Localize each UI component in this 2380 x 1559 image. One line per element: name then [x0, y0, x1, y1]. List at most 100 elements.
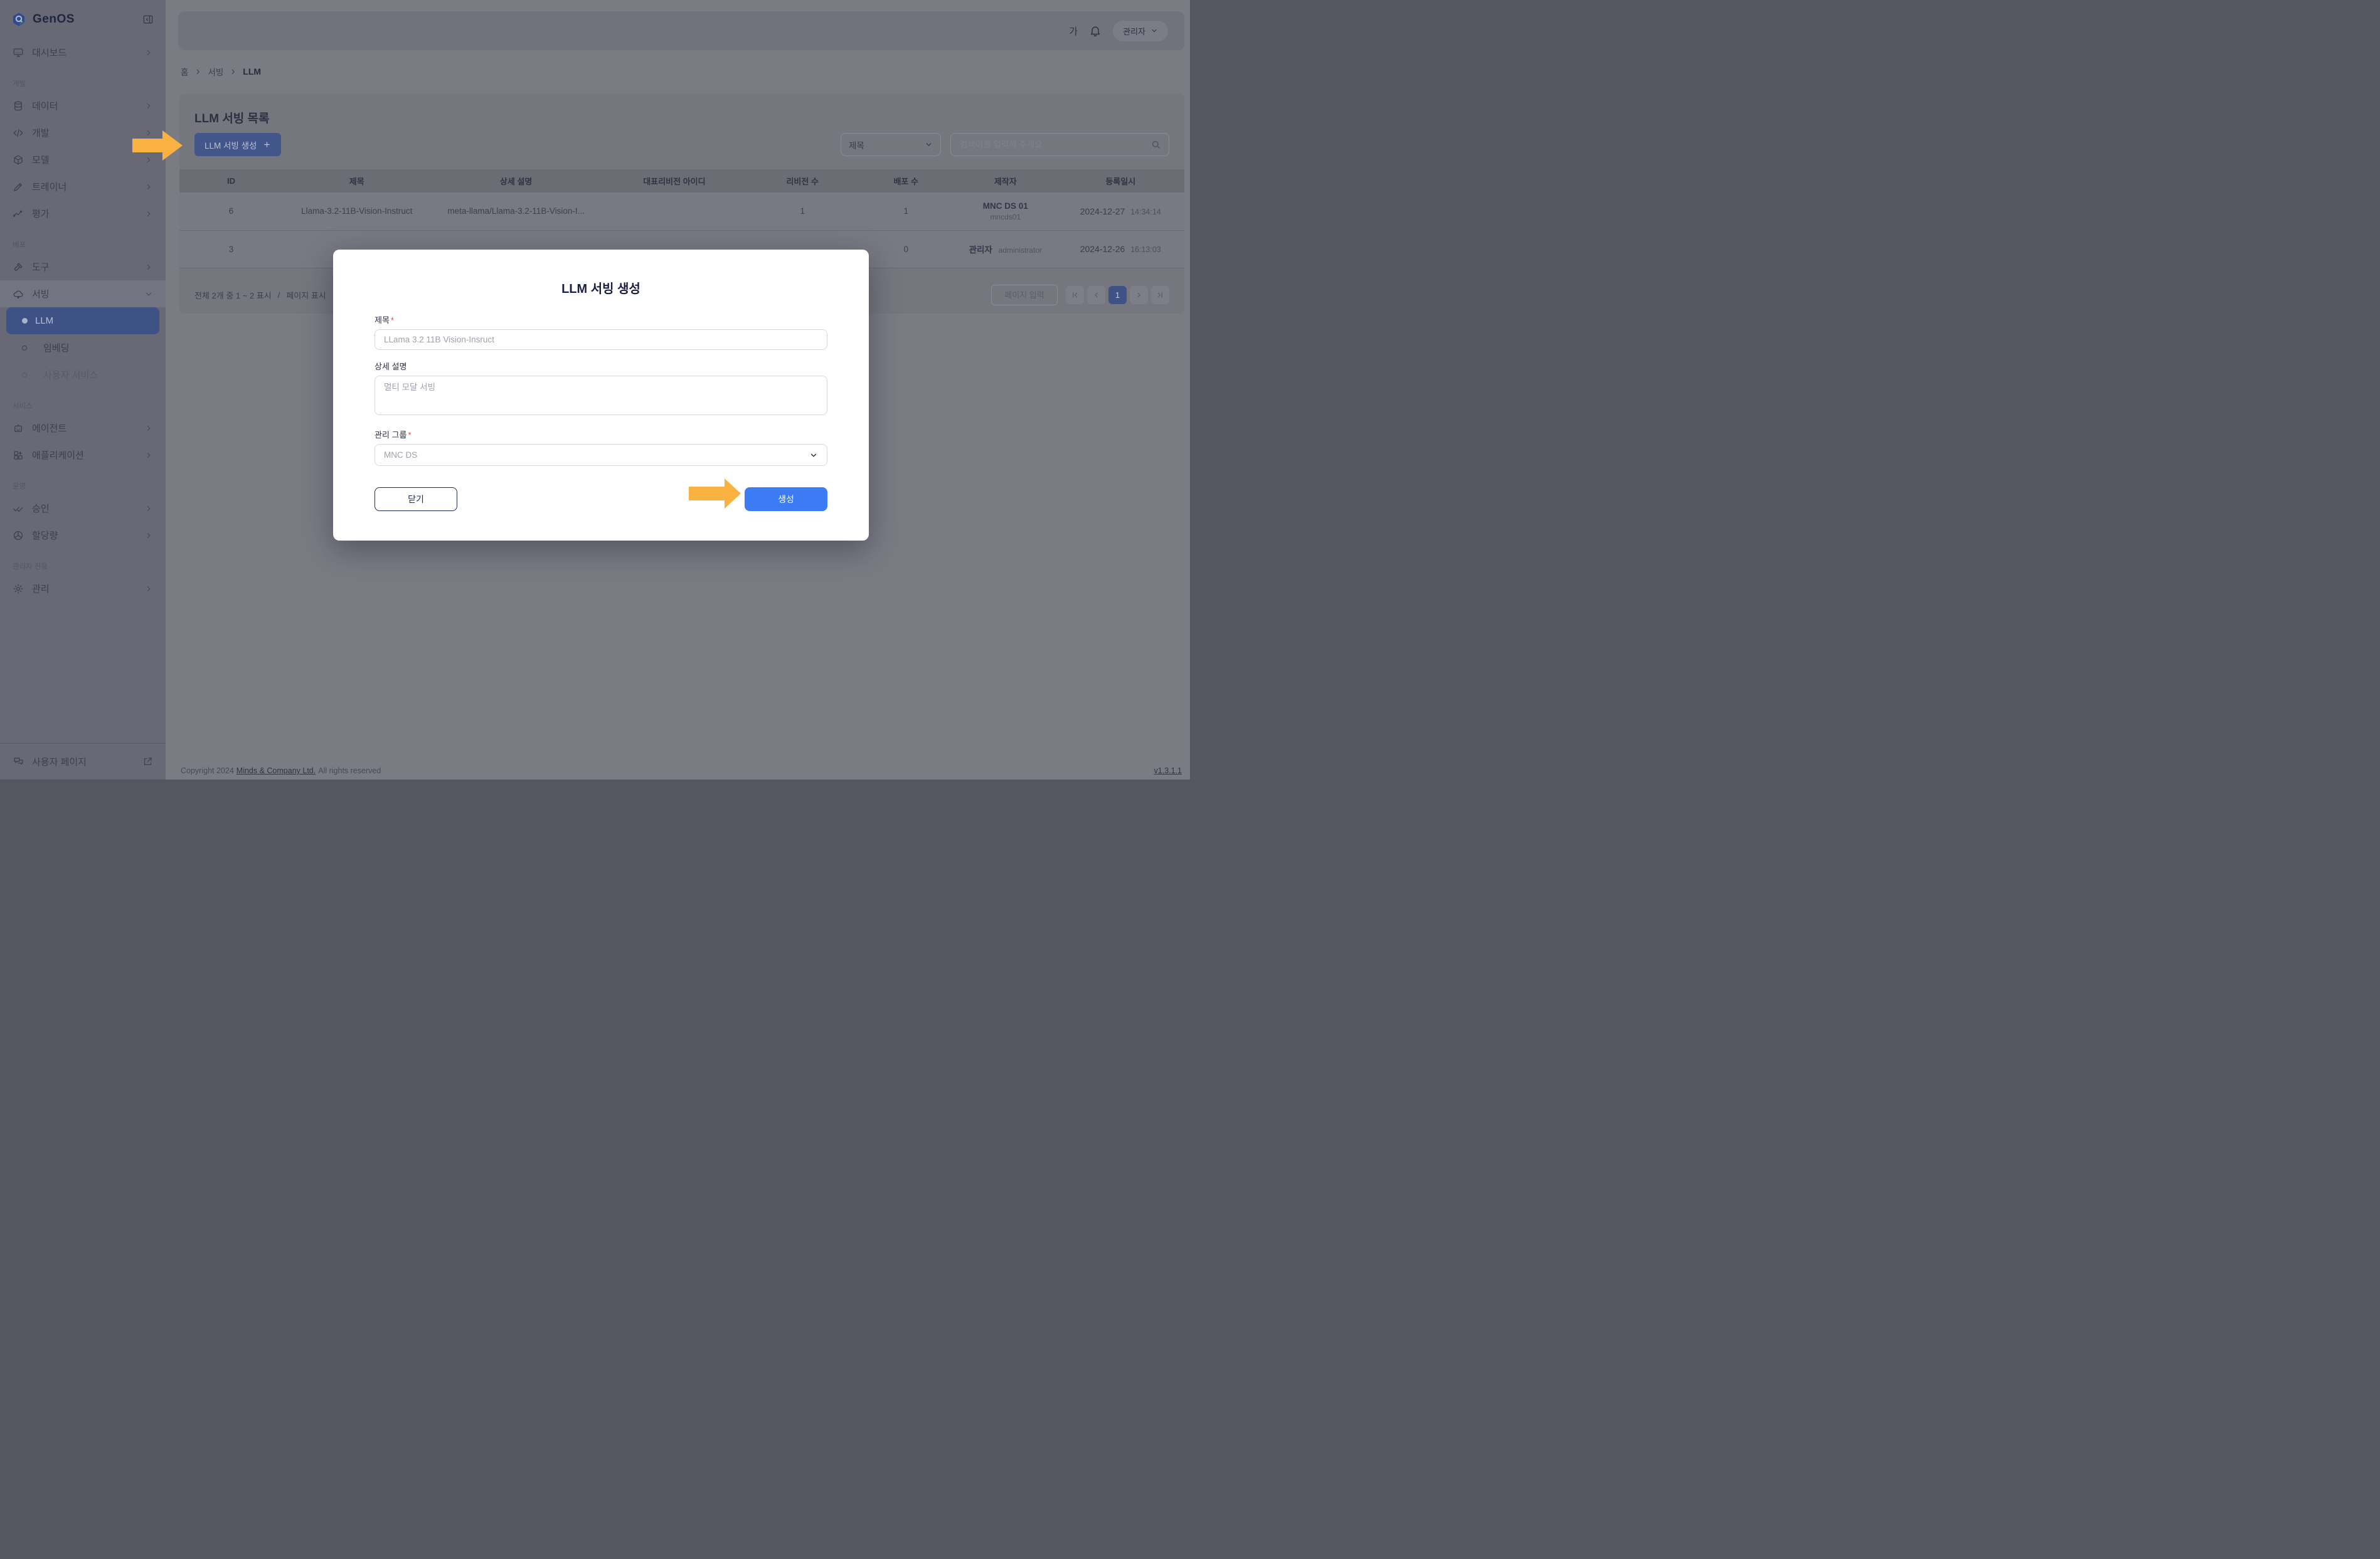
column-header-description: 상세 설명 [430, 169, 601, 193]
sidebar-item-approval[interactable]: 승인 [0, 495, 166, 522]
created-date: 2024-12-26 [1080, 244, 1125, 254]
breadcrumb-serving[interactable]: 서빙 [208, 65, 223, 78]
creator-name: MNC DS 01 [983, 201, 1028, 211]
chevron-down-icon [809, 451, 818, 460]
cell-id: 6 [179, 193, 283, 230]
breadcrumb-home[interactable]: 홈 [181, 65, 188, 78]
created-time: 16:13:03 [1130, 245, 1161, 254]
chevron-down-icon [1150, 27, 1158, 34]
sidebar-section-dev: 개발 [0, 66, 166, 92]
sidebar-subitem-user-service: 사용자 서비스 [0, 361, 166, 388]
sidebar-item-label: 관리 [32, 582, 50, 595]
prev-page-button[interactable] [1087, 286, 1105, 304]
column-header-id: ID [179, 169, 283, 193]
user-menu[interactable]: 관리자 [1113, 21, 1168, 41]
pencil-icon [13, 181, 24, 193]
apps-icon [13, 450, 24, 461]
filter-field-select[interactable]: 제목 [841, 133, 941, 156]
sidebar-item-label: 모델 [32, 153, 50, 166]
required-asterisk: * [391, 315, 394, 325]
next-page-button[interactable] [1130, 286, 1148, 304]
chevron-right-icon [144, 129, 153, 137]
pagination: 1 [991, 285, 1169, 305]
sidebar-item-label: 임베딩 [43, 341, 69, 354]
group-select[interactable]: MNC DS [375, 444, 827, 466]
sidebar-item-model[interactable]: 모델 [0, 146, 166, 173]
results-summary: 전체 2개 중 1 ~ 2 표시 [194, 289, 272, 301]
table-header-row: ID 제목 상세 설명 대표리비전 아이디 리비전 수 배포 수 제작자 등록일… [179, 169, 1184, 193]
sidebar-item-quota[interactable]: 할당량 [0, 522, 166, 549]
sidebar-item-tools[interactable]: 도구 [0, 253, 166, 280]
description-textarea[interactable]: 멀티 모달 서빙 [375, 376, 827, 415]
group-field: 관리 그룹* MNC DS [375, 428, 827, 466]
column-header-deploy-count: 배포 수 [858, 169, 954, 193]
chevron-right-icon [144, 584, 153, 593]
column-header-revision-count: 리비전 수 [747, 169, 858, 193]
sidebar-item-evaluation[interactable]: 평가 [0, 200, 166, 227]
page-size-label: 페이지 표시 [286, 289, 326, 301]
description-field: 상세 설명 멀티 모달 서빙 [375, 360, 827, 418]
create-llm-serving-button[interactable]: LLM 서빙 생성 [194, 133, 281, 156]
font-size-button[interactable]: 가 [1069, 24, 1078, 38]
summary-separator: / [278, 290, 280, 300]
creator-id: mncds01 [955, 213, 1056, 221]
create-button[interactable]: 생성 [745, 487, 827, 511]
chevron-right-icon [144, 156, 153, 164]
sidebar-item-application[interactable]: 애플리케이션 [0, 441, 166, 468]
sidebar-item-develop[interactable]: 개발 [0, 119, 166, 146]
table-row[interactable]: 6 Llama-3.2-11B-Vision-Instruct meta-lla… [179, 193, 1184, 230]
group-label: 관리 그룹* [375, 428, 827, 440]
creator-name: 관리자 [969, 245, 992, 255]
sidebar-item-dashboard[interactable]: 대시보드 [0, 39, 166, 66]
page-1-button[interactable]: 1 [1108, 286, 1127, 304]
sidebar-section-deploy: 배포 [0, 227, 166, 253]
page-number-input[interactable] [991, 285, 1058, 305]
chat-bubbles-icon [13, 756, 24, 768]
chevron-right-icon [230, 68, 236, 75]
bell-icon[interactable] [1089, 24, 1102, 37]
sidebar-item-trainer[interactable]: 트레이너 [0, 173, 166, 200]
version-link[interactable]: v1.3.1.1 [1154, 766, 1182, 775]
cell-created-at: 2024-12-27 14:34:14 [1056, 193, 1184, 230]
chevron-down-icon [144, 290, 153, 299]
create-llm-serving-modal: LLM 서빙 생성 제목* 상세 설명 멀티 모달 서빙 관리 그룹* M [333, 250, 869, 541]
sidebar-nav: 대시보드 개발 데이터 개발 모델 트레이너 [0, 35, 166, 743]
search-icon[interactable] [1150, 139, 1161, 150]
sidebar-item-admin[interactable]: 관리 [0, 575, 166, 602]
title-field: 제목* [375, 314, 827, 350]
active-dot-icon [22, 318, 28, 324]
chevron-right-icon [144, 263, 153, 272]
sidebar-item-data[interactable]: 데이터 [0, 92, 166, 119]
first-page-button[interactable] [1066, 286, 1084, 304]
sidebar-subitem-embedding[interactable]: 임베딩 [0, 334, 166, 361]
sidebar-subitem-llm[interactable]: LLM [6, 307, 159, 334]
chevron-right-icon [144, 48, 153, 57]
sidebar-user-page[interactable]: 사용자 페이지 [0, 743, 166, 780]
title-input[interactable] [375, 329, 827, 350]
sidebar-item-agent[interactable]: 에이전트 [0, 415, 166, 441]
gear-icon [13, 583, 24, 595]
sidebar-item-serving[interactable]: 서빙 [0, 280, 166, 307]
company-link[interactable]: Minds & Company Ltd. [236, 766, 316, 775]
breadcrumb-current: LLM [243, 66, 261, 77]
cell-id: 3 [179, 230, 283, 268]
column-header-revision-id: 대표리비전 아이디 [602, 169, 747, 193]
search-input[interactable] [959, 139, 1150, 150]
sidebar-item-label: 사용자 서비스 [43, 368, 98, 381]
pie-chart-icon [13, 530, 24, 541]
close-button[interactable]: 닫기 [375, 487, 457, 511]
copyright-text: Copyright 2024 [181, 766, 234, 775]
cell-deploy-count: 0 [858, 230, 954, 268]
monitor-icon [13, 47, 24, 58]
sidebar-collapse-icon[interactable] [142, 13, 154, 26]
modal-actions: 닫기 생성 [375, 487, 827, 511]
circle-dot-icon [22, 373, 27, 378]
chevron-right-icon [144, 504, 153, 513]
page-title: LLM 서빙 목록 [194, 109, 270, 126]
cell-created-at: 2024-12-26 16:13:03 [1056, 230, 1184, 268]
chevron-right-icon [144, 451, 153, 460]
plus-icon [263, 140, 271, 149]
search-box [950, 133, 1169, 156]
modal-body: 제목* 상세 설명 멀티 모달 서빙 관리 그룹* MNC DS [375, 314, 827, 511]
last-page-button[interactable] [1151, 286, 1169, 304]
